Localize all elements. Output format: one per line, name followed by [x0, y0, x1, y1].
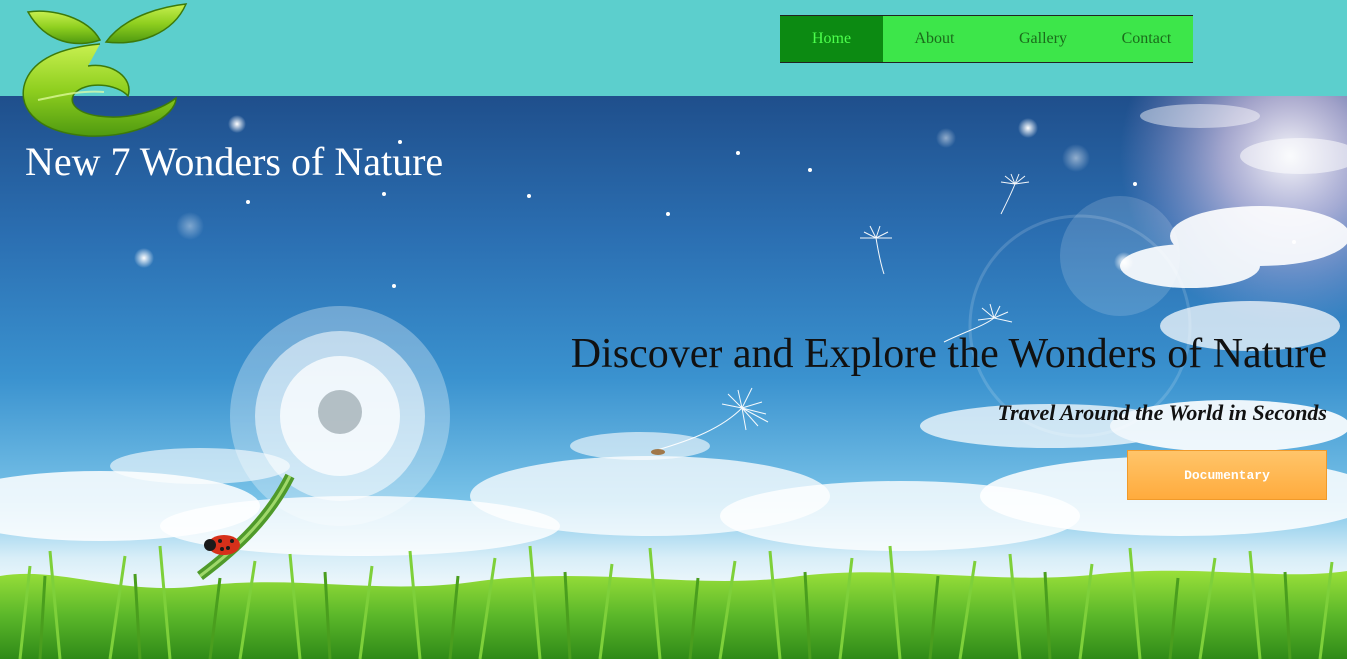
- site-title: New 7 Wonders of Nature: [25, 139, 444, 184]
- documentary-button[interactable]: Documentary: [1127, 450, 1327, 500]
- green-leaf-sprout-logo-icon: [22, 3, 188, 137]
- nav-home[interactable]: Home: [780, 16, 883, 62]
- hero-subheadline: Travel Around the World in Seconds: [997, 400, 1327, 425]
- nav-contact[interactable]: Contact: [1100, 16, 1193, 62]
- page: Home About Gallery Contact New 7 Wonders…: [0, 0, 1347, 659]
- nav-gallery[interactable]: Gallery: [986, 16, 1100, 62]
- main-nav: Home About Gallery Contact: [780, 15, 1193, 63]
- hero-headline: Discover and Explore the Wonders of Natu…: [570, 331, 1327, 377]
- nav-about[interactable]: About: [883, 16, 986, 62]
- logo[interactable]: [8, 0, 188, 140]
